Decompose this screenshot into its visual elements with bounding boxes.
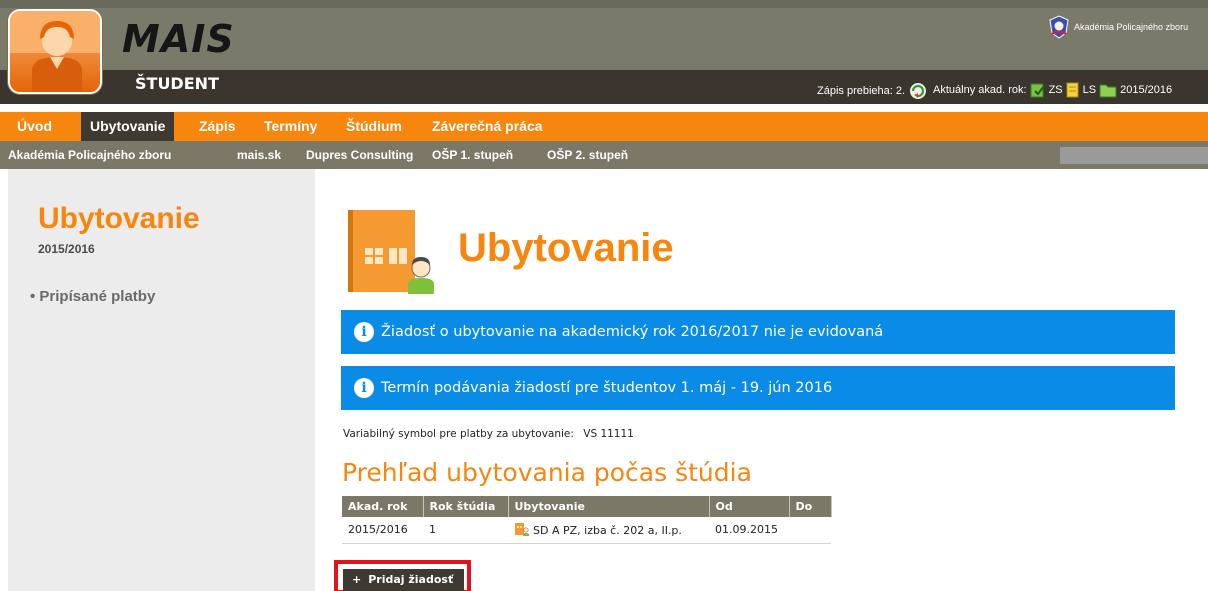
plus-icon: + <box>352 573 362 586</box>
sub-nav-akademia[interactable]: Akadémia Policajného zboru <box>8 141 171 169</box>
table-row: 2015/2016 1 SD A PZ, izba č. 202 a, II.p… <box>342 517 831 544</box>
nav-item-zapis[interactable]: Zápis <box>190 112 245 141</box>
add-request-button[interactable]: + Pridaj žiadosť <box>343 569 464 591</box>
app-brand: MAIS <box>122 17 235 61</box>
sidebar-item-pripisane-platby[interactable]: • Pripísané platby <box>30 288 155 305</box>
accommodation-text: SD A PZ, izba č. 202 a, II.p. <box>533 524 682 538</box>
building-icon <box>515 523 529 537</box>
sidebar-year: 2015/2016 <box>38 242 95 256</box>
academic-year-folder-icon[interactable] <box>1099 82 1117 98</box>
nav-item-studium[interactable]: Štúdium <box>337 112 411 141</box>
sidebar-title: Ubytovanie <box>38 202 200 235</box>
enrollment-label: Zápis prebieha: 2. <box>817 85 906 97</box>
enrollment-refresh-icon[interactable] <box>909 82 927 100</box>
institution-name: Akadémia Policajného zboru <box>1074 22 1189 32</box>
page-title: Ubytovanie <box>458 226 674 270</box>
accommodation-table: Akad. rok Rok štúdia Ubytovanie Od Do 20… <box>342 496 832 544</box>
sub-nav-mais[interactable]: mais.sk <box>237 141 281 169</box>
academic-year-label: Aktuálny akad. rok: <box>933 84 1027 96</box>
section-title: Prehľad ubytovania počas štúdia <box>342 458 752 487</box>
winter-semester-icon[interactable] <box>1030 82 1046 98</box>
variable-symbol-line: Variabilný symbol pre platby za ubytovan… <box>343 428 640 440</box>
column-header: Rok štúdia <box>423 496 509 517</box>
summer-semester-icon[interactable] <box>1066 82 1080 98</box>
winter-semester-label: ZS <box>1048 84 1063 96</box>
academic-year-info: Aktuálny akad. rok: ZS LS 2015/2016 <box>933 82 1172 98</box>
sub-nav-dupres[interactable]: Dupres Consulting <box>306 141 413 169</box>
cell-study-year: 1 <box>423 517 508 544</box>
info-alert-deadline: i Termín podávania žiadostí pre študento… <box>341 366 1175 410</box>
nav-item-zaverecna-praca[interactable]: Záverečná práca <box>423 112 552 141</box>
summer-semester-label: LS <box>1082 84 1097 96</box>
cell-acad-year: 2015/2016 <box>342 517 423 544</box>
sub-nav-osp-1[interactable]: OŠP 1. stupeň <box>432 141 513 169</box>
add-request-label: Pridaj žiadosť <box>368 573 454 586</box>
info-icon: i <box>354 322 374 342</box>
header-top-stripe <box>0 0 1208 8</box>
sub-nav: Akadémia Policajného zboru mais.sk Dupre… <box>0 141 1208 169</box>
app-role: ŠTUDENT <box>135 74 219 93</box>
app-logo[interactable] <box>8 9 102 94</box>
cell-accommodation: SD A PZ, izba č. 202 a, II.p. <box>508 517 709 544</box>
accommodation-building-icon <box>348 210 434 294</box>
cell-from: 01.09.2015 <box>709 517 789 544</box>
nav-item-uvod[interactable]: Úvod <box>17 112 52 141</box>
alert-text: Termín podávania žiadostí pre študentov … <box>381 380 833 396</box>
sidebar: Ubytovanie 2015/2016 • Pripísané platby <box>8 169 315 591</box>
cell-to <box>789 517 831 544</box>
search-input[interactable] <box>1060 147 1208 164</box>
column-header: Od <box>709 496 790 517</box>
police-emblem-icon <box>1049 15 1069 39</box>
variable-symbol-label: Variabilný symbol pre platby za ubytovan… <box>343 428 574 440</box>
variable-symbol-value: VS 11111 <box>583 428 634 440</box>
institution-badge[interactable]: Akadémia Policajného zboru <box>1048 15 1188 39</box>
nav-item-ubytovanie[interactable]: Ubytovanie <box>81 112 175 141</box>
student-avatar-icon <box>10 11 100 92</box>
enrollment-status: Zápis prebieha: 2. <box>817 82 927 100</box>
nav-item-terminy[interactable]: Termíny <box>255 112 326 141</box>
info-alert-application: i Žiadosť o ubytovanie na akademický rok… <box>341 310 1175 354</box>
info-icon: i <box>354 378 374 398</box>
column-header: Do <box>789 496 832 517</box>
sub-nav-osp-2[interactable]: OŠP 2. stupeň <box>547 141 628 169</box>
main-nav: Úvod Ubytovanie Zápis Termíny Štúdium Zá… <box>0 112 1208 141</box>
academic-year-value: 2015/2016 <box>1120 84 1173 96</box>
column-header: Akad. rok <box>342 496 424 517</box>
alert-text: Žiadosť o ubytovanie na akademický rok 2… <box>381 324 884 340</box>
column-header: Ubytovanie <box>508 496 710 517</box>
